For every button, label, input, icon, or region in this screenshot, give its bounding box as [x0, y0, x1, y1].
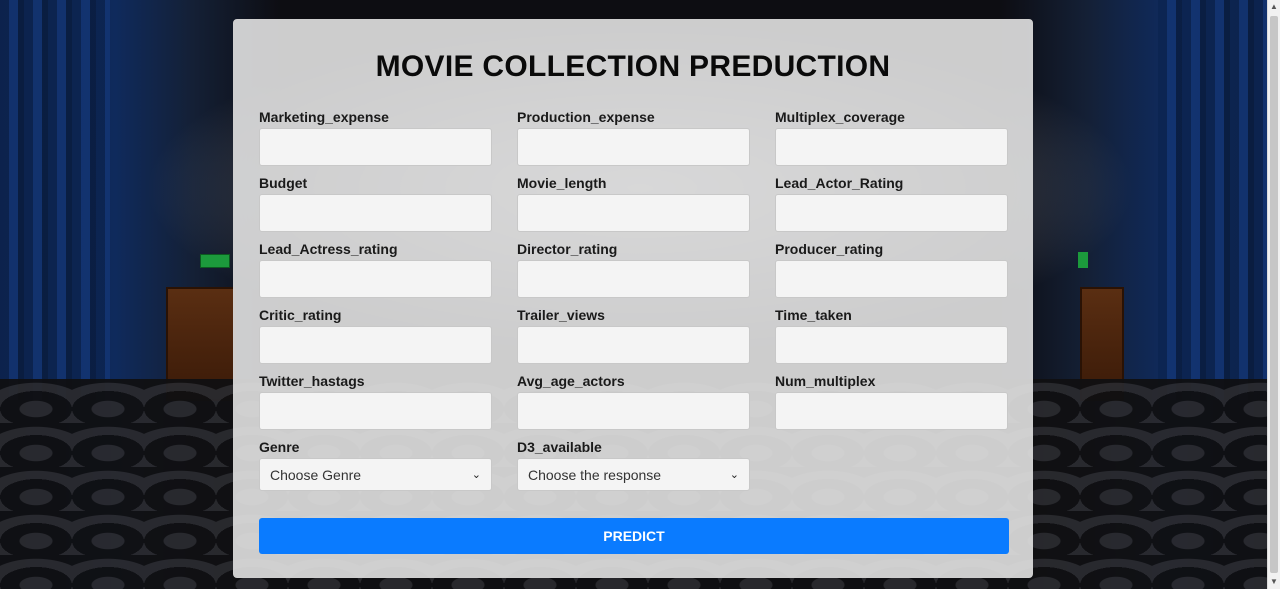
field-lead-actor-rating: Lead_Actor_Rating [775, 175, 1008, 241]
critic-rating-input[interactable] [259, 326, 492, 364]
vertical-scrollbar[interactable] [1267, 0, 1280, 589]
movie-length-input[interactable] [517, 194, 750, 232]
field-label: Critic_rating [259, 307, 342, 323]
field-producer-rating: Producer_rating [775, 241, 1008, 307]
curtain-right [1158, 0, 1268, 400]
field-production-expense: Production_expense [517, 109, 750, 175]
field-label: Multiplex_coverage [775, 109, 905, 125]
field-multiplex-coverage: Multiplex_coverage [775, 109, 1008, 175]
avg-age-actors-input[interactable] [517, 392, 750, 430]
genre-select[interactable]: Choose Genre ⌄ [259, 458, 492, 491]
field-label: Avg_age_actors [517, 373, 625, 389]
field-lead-actress-rating: Lead_Actress_rating [259, 241, 492, 307]
num-multiplex-input[interactable] [775, 392, 1008, 430]
scroll-up-arrow-icon[interactable]: ▲ [1268, 0, 1280, 14]
twitter-hastags-input[interactable] [259, 392, 492, 430]
field-genre: Genre Choose Genre ⌄ [259, 439, 492, 505]
predict-button[interactable]: PREDICT [259, 518, 1009, 554]
field-label: Time_taken [775, 307, 852, 323]
scroll-down-arrow-icon[interactable]: ▼ [1268, 575, 1280, 589]
field-avg-age-actors: Avg_age_actors [517, 373, 750, 439]
field-label: Twitter_hastags [259, 373, 365, 389]
field-label: D3_available [517, 439, 602, 455]
field-label: Genre [259, 439, 300, 455]
field-marketing-expense: Marketing_expense [259, 109, 492, 175]
lead-actress-rating-input[interactable] [259, 260, 492, 298]
prediction-form-card: MOVIE COLLECTION PREDUCTION Marketing_ex… [233, 19, 1033, 578]
marketing-expense-input[interactable] [259, 128, 492, 166]
field-trailer-views: Trailer_views [517, 307, 750, 373]
field-twitter-hastags: Twitter_hastags [259, 373, 492, 439]
field-label: Lead_Actor_Rating [775, 175, 904, 191]
field-time-taken: Time_taken [775, 307, 1008, 373]
d3-available-select[interactable]: Choose the response ⌄ [517, 458, 750, 491]
field-label: Marketing_expense [259, 109, 389, 125]
director-rating-input[interactable] [517, 260, 750, 298]
field-label: Lead_Actress_rating [259, 241, 398, 257]
field-critic-rating: Critic_rating [259, 307, 492, 373]
producer-rating-input[interactable] [775, 260, 1008, 298]
field-d3-available: D3_available Choose the response ⌄ [517, 439, 750, 505]
chevron-down-icon: ⌄ [471, 469, 481, 481]
time-taken-input[interactable] [775, 326, 1008, 364]
field-num-multiplex: Num_multiplex [775, 373, 1008, 439]
production-expense-input[interactable] [517, 128, 750, 166]
genre-selected-value: Choose Genre [270, 466, 362, 483]
budget-input[interactable] [259, 194, 492, 232]
d3-available-selected-value: Choose the response [528, 466, 662, 483]
trailer-views-input[interactable] [517, 326, 750, 364]
page-title: MOVIE COLLECTION PREDUCTION [375, 50, 891, 83]
form-grid: Marketing_expense Production_expense Mul… [259, 109, 1009, 505]
field-label: Movie_length [517, 175, 607, 191]
curtain-left [0, 0, 110, 400]
field-label: Trailer_views [517, 307, 605, 323]
exit-sign-icon [1078, 252, 1088, 268]
field-budget: Budget [259, 175, 492, 241]
field-label: Budget [259, 175, 308, 191]
field-label: Num_multiplex [775, 373, 876, 389]
multiplex-coverage-input[interactable] [775, 128, 1008, 166]
chevron-down-icon: ⌄ [729, 469, 739, 481]
field-label: Producer_rating [775, 241, 884, 257]
field-label: Production_expense [517, 109, 655, 125]
exit-sign-icon [200, 254, 230, 268]
lead-actor-rating-input[interactable] [775, 194, 1008, 232]
field-movie-length: Movie_length [517, 175, 750, 241]
field-label: Director_rating [517, 241, 618, 257]
field-director-rating: Director_rating [517, 241, 750, 307]
